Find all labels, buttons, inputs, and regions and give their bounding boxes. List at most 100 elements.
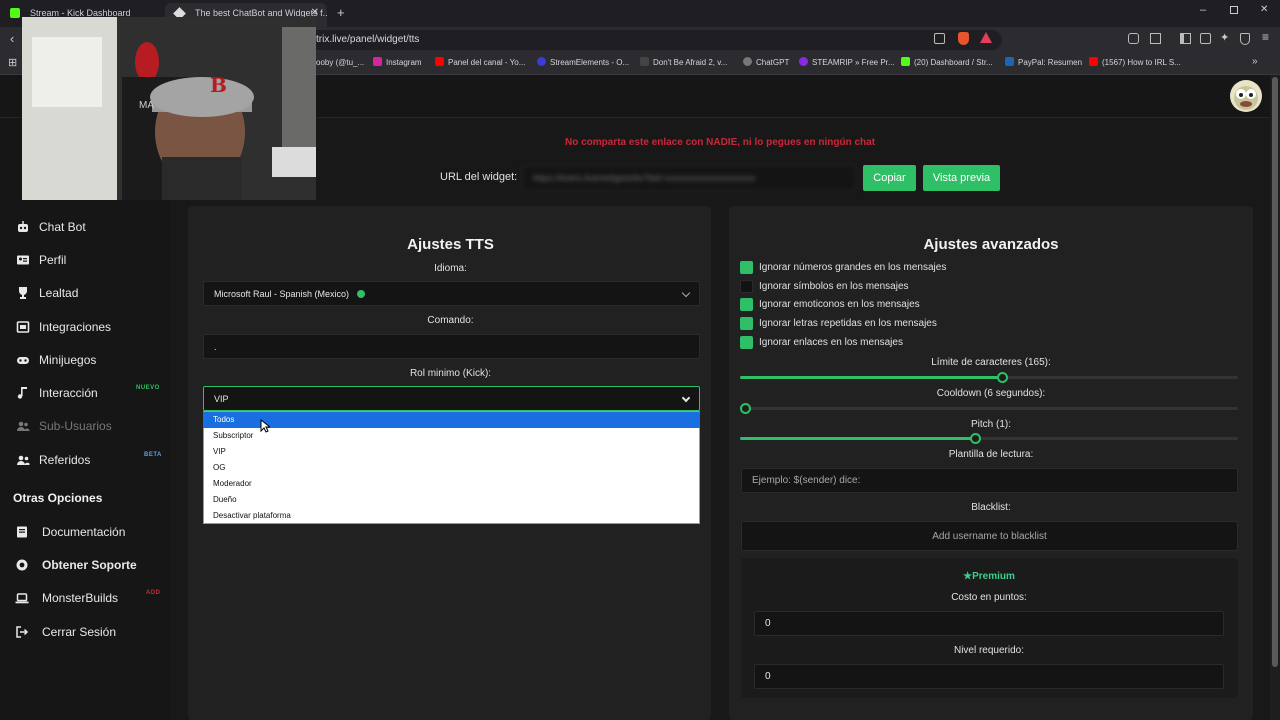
- checkbox-ignore-emotes[interactable]: [740, 298, 753, 311]
- checkbox-label: Ignorar emoticonos en los mensajes: [759, 299, 920, 310]
- bookmark-item[interactable]: Instagram: [373, 57, 422, 69]
- widget-url-label: URL del widget:: [440, 171, 518, 183]
- section-title: Otras Opciones: [13, 491, 103, 505]
- trophy-icon: [16, 286, 30, 300]
- svg-text:B: B: [210, 73, 227, 97]
- role-option-desactivar[interactable]: Desactivar plataforma: [203, 508, 700, 524]
- sidebar-item-documentacion[interactable]: Documentación: [15, 522, 125, 542]
- id-card-icon: [16, 253, 30, 267]
- brave-rewards-icon[interactable]: [980, 32, 992, 43]
- sidebar-toggle-icon[interactable]: [1180, 33, 1191, 44]
- bookmark-label: Instagram: [386, 58, 422, 67]
- scrollbar-thumb[interactable]: [1272, 77, 1278, 667]
- char-limit-slider[interactable]: [740, 372, 1238, 383]
- bookmark-label: Panel del canal - Yo...: [448, 58, 526, 67]
- sidebar-item-monsterbuilds[interactable]: MonsterBuilds: [15, 588, 118, 608]
- level-label: Nivel requerido:: [953, 645, 1025, 656]
- kick-icon: [10, 8, 20, 18]
- logout-icon: [15, 625, 29, 639]
- avatar[interactable]: [1230, 80, 1262, 112]
- apps-grid-icon[interactable]: ⊞: [8, 56, 17, 69]
- sidebar-item-chat-bot[interactable]: Chat Bot: [16, 217, 86, 237]
- chatgpt-icon: [743, 57, 752, 66]
- sidebar-item-label: Cerrar Sesión: [42, 625, 117, 639]
- youtube-icon: [1089, 57, 1098, 66]
- sidebar-item-lealtad[interactable]: Lealtad: [16, 283, 78, 303]
- cost-input[interactable]: 0: [754, 611, 1224, 636]
- role-option-og[interactable]: OG: [203, 460, 700, 476]
- url-text: trix.live/panel/widget/tts: [316, 34, 420, 45]
- bookmark-label: StreamElements - O...: [550, 58, 630, 67]
- blacklist-input[interactable]: Add username to blacklist: [741, 521, 1238, 551]
- close-window-icon[interactable]: ✕: [1260, 4, 1268, 15]
- bookmark-item[interactable]: (20) Dashboard / Str...: [901, 57, 993, 69]
- level-input[interactable]: 0: [754, 664, 1224, 689]
- webcam-cap-text: MA: [139, 100, 154, 111]
- bookmark-item[interactable]: STEAMRIP » Free Pr...: [799, 57, 895, 69]
- bookmark-label: (1567) How to IRL S...: [1102, 58, 1181, 67]
- leo-ai-icon[interactable]: ✦: [1220, 31, 1229, 44]
- menu-icon[interactable]: ≡: [1262, 30, 1269, 44]
- page-scrollbar[interactable]: [1270, 75, 1280, 720]
- slider-handle[interactable]: [740, 403, 751, 414]
- brave-shield-icon[interactable]: [958, 32, 969, 45]
- bookmark-item[interactable]: oobу (@tu_...: [316, 57, 364, 69]
- back-icon[interactable]: ‹: [10, 31, 14, 46]
- media-icon[interactable]: [1150, 33, 1161, 44]
- bookmark-label: PayPal: Resumen: [1018, 58, 1083, 67]
- ad-badge: ADD: [146, 590, 161, 596]
- sidebar-item-sub-usuarios[interactable]: Sub-Usuarios: [16, 416, 112, 436]
- slider-fill: [740, 376, 1003, 379]
- sidebar-item-cerrar-sesion[interactable]: Cerrar Sesión: [15, 622, 116, 642]
- maximize-icon[interactable]: [1230, 6, 1238, 14]
- new-badge: NUEVO: [136, 385, 160, 391]
- role-option-moderador[interactable]: Moderador: [203, 476, 700, 492]
- bookmark-label: (20) Dashboard / Str...: [914, 58, 993, 67]
- preview-button[interactable]: Vista previa: [923, 165, 1000, 191]
- minimize-icon[interactable]: –: [1200, 4, 1206, 16]
- copy-button[interactable]: Copiar: [863, 165, 916, 191]
- sidebar-item-minijuegos[interactable]: Minijuegos: [16, 350, 96, 370]
- sidebar-item-referidos[interactable]: Referidos: [16, 450, 90, 470]
- checkbox-ignore-repeated[interactable]: [740, 317, 753, 330]
- url-field[interactable]: trix.live/panel/widget/tts: [302, 30, 1002, 50]
- widget-url-field[interactable]: https://botrix.live/widgets/tts?bid=xxxx…: [522, 165, 856, 191]
- kick-icon: [901, 57, 910, 66]
- sidebar-item-label: Obtener Soporte: [42, 558, 137, 572]
- slider-handle[interactable]: [970, 433, 981, 444]
- sidebar: Chat Bot Perfil Lealtad Integraciones Mi…: [0, 118, 170, 720]
- sidebar-item-perfil[interactable]: Perfil: [16, 250, 66, 270]
- sidebar-item-interaccion[interactable]: Interacción: [16, 383, 98, 403]
- template-input[interactable]: Ejemplo: $(sender) dice:: [741, 468, 1238, 493]
- role-option-vip[interactable]: VIP: [203, 444, 700, 460]
- bookmark-item[interactable]: (1567) How to IRL S...: [1089, 57, 1181, 69]
- new-tab-icon[interactable]: +: [337, 5, 345, 20]
- checkbox-ignore-numbers[interactable]: [740, 261, 753, 274]
- sidebar-item-label: Interacción: [39, 386, 98, 400]
- more-bookmarks-icon[interactable]: »: [1252, 56, 1258, 67]
- cooldown-slider[interactable]: [740, 403, 1238, 414]
- pitch-slider[interactable]: [740, 433, 1238, 444]
- role-select[interactable]: VIP: [203, 386, 700, 411]
- bookmark-item[interactable]: ChatGPT: [743, 57, 789, 69]
- extensions-icon[interactable]: [1128, 33, 1139, 44]
- checkbox-ignore-links[interactable]: [740, 336, 753, 349]
- command-input[interactable]: .: [203, 334, 700, 359]
- support-icon: [15, 558, 29, 572]
- slider-handle[interactable]: [997, 372, 1008, 383]
- bookmark-item[interactable]: Don't Be Afraid 2, v...: [640, 57, 727, 69]
- bookmark-item[interactable]: StreamElements - O...: [537, 57, 629, 69]
- sidebar-item-soporte[interactable]: Obtener Soporte: [15, 555, 137, 575]
- language-select[interactable]: Microsoft Raul - Spanish (Mexico): [203, 281, 700, 306]
- checkbox-ignore-symbols[interactable]: [740, 280, 753, 293]
- chevron-down-icon: [681, 288, 691, 298]
- role-option-todos[interactable]: Todos: [203, 412, 700, 428]
- vpn-icon[interactable]: [1240, 33, 1250, 45]
- role-option-subscriptor[interactable]: Subscriptor: [203, 428, 700, 444]
- sidebar-item-integraciones[interactable]: Integraciones: [16, 317, 111, 337]
- role-option-dueno[interactable]: Dueño: [203, 492, 700, 508]
- bookmark-item[interactable]: PayPal: Resumen: [1005, 57, 1082, 69]
- share-icon[interactable]: [934, 33, 945, 44]
- bookmark-item[interactable]: Panel del canal - Yo...: [435, 57, 525, 69]
- wallet-icon[interactable]: [1200, 33, 1211, 44]
